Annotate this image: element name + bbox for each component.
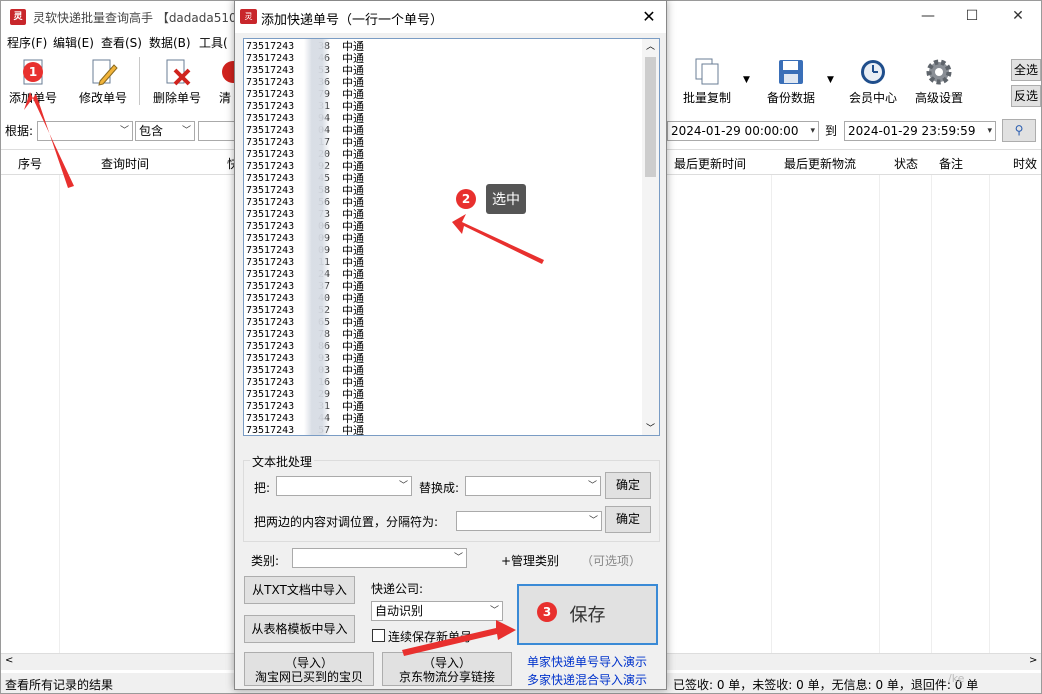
arrow-3-icon <box>402 620 516 656</box>
watermark-text: /ke <box>948 672 965 685</box>
step-3-badge: 3 <box>537 602 557 622</box>
annotation-arrows <box>24 92 544 656</box>
step-2-badge: 2 <box>456 189 476 209</box>
step-2-tooltip: 选中 <box>486 184 526 214</box>
step-1-badge: 1 <box>23 62 43 82</box>
arrow-1-icon <box>24 92 74 188</box>
arrow-2-icon <box>452 214 544 264</box>
